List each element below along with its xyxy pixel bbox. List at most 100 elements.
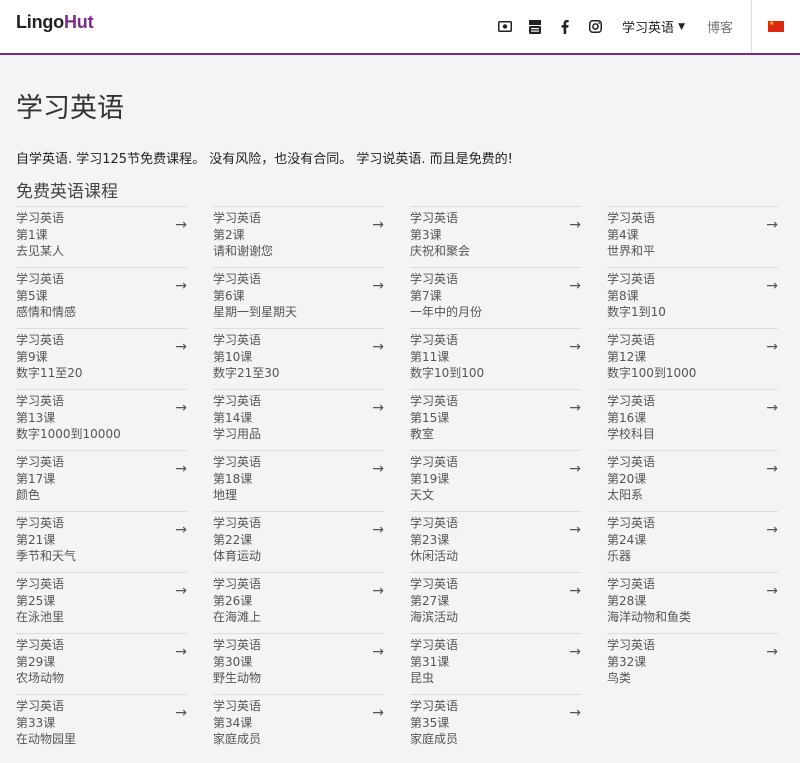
- lingohut-logo[interactable]: LingoHut: [16, 12, 94, 33]
- lesson-card[interactable]: 学习英语 第11课 数字10到100 →: [410, 328, 581, 389]
- lesson-card[interactable]: 学习英语 第27课 海滨活动 →: [410, 572, 581, 633]
- lesson-card[interactable]: 学习英语 第23课 休闲活动 →: [410, 511, 581, 572]
- arrow-right-icon: →: [372, 705, 384, 721]
- lesson-card[interactable]: 学习英语 第3课 庆祝和聚会 →: [410, 206, 581, 267]
- lesson-card[interactable]: 学习英语 第6课 星期一到星期天 →: [213, 267, 384, 328]
- lesson-number: 第31课: [410, 654, 450, 669]
- lesson-text: 学习英语 第12课 数字100到1000: [607, 332, 696, 382]
- lesson-card[interactable]: 学习英语 第25课 在泳池里 →: [16, 572, 187, 633]
- lesson-card[interactable]: 学习英语 第19课 天文 →: [410, 450, 581, 511]
- lesson-course-label: 学习英语: [16, 455, 65, 469]
- lesson-card[interactable]: 学习英语 第9课 数字11至20 →: [16, 328, 187, 389]
- lesson-card[interactable]: 学习英语 第28课 海洋动物和鱼类 →: [607, 572, 778, 633]
- lesson-card[interactable]: 学习英语 第18课 地理 →: [213, 450, 384, 511]
- lesson-topic: 天文: [410, 488, 435, 502]
- lesson-topic: 庆祝和聚会: [410, 244, 471, 258]
- lesson-card[interactable]: 学习英语 第4课 世界和平 →: [607, 206, 778, 267]
- lesson-course-label: 学习英语: [410, 577, 459, 591]
- lesson-course-label: 学习英语: [410, 516, 459, 530]
- arrow-right-icon: →: [372, 461, 384, 477]
- arrow-right-icon: →: [569, 400, 581, 416]
- lesson-topic: 野生动物: [213, 671, 262, 685]
- lesson-text: 学习英语 第29课 农场动物: [16, 637, 64, 687]
- language-flag-selector[interactable]: ★: [752, 0, 800, 53]
- lesson-course-label: 学习英语: [410, 638, 459, 652]
- lesson-number: 第34课: [213, 715, 253, 730]
- lesson-card[interactable]: 学习英语 第12课 数字100到1000 →: [607, 328, 778, 389]
- lesson-number: 第6课: [213, 288, 245, 303]
- lesson-text: 学习英语 第16课 学校科目: [607, 393, 655, 443]
- lesson-text: 学习英语 第21课 季节和天气: [16, 515, 76, 565]
- lesson-card[interactable]: 学习英语 第10课 数字21至30 →: [213, 328, 384, 389]
- arrow-right-icon: →: [766, 278, 778, 294]
- lesson-card[interactable]: 学习英语 第24课 乐器 →: [607, 511, 778, 572]
- lesson-text: 学习英语 第8课 数字1到10: [607, 271, 666, 321]
- lesson-card[interactable]: 学习英语 第14课 学习用品 →: [213, 389, 384, 450]
- lesson-card[interactable]: 学习英语 第22课 体育运动 →: [213, 511, 384, 572]
- lesson-card[interactable]: 学习英语 第17课 颜色 →: [16, 450, 187, 511]
- lesson-card[interactable]: 学习英语 第35课 家庭成员 →: [410, 694, 581, 755]
- lesson-number: 第1课: [16, 227, 48, 242]
- logo-text-hut: Hut: [63, 12, 94, 32]
- lesson-course-label: 学习英语: [410, 699, 459, 713]
- lesson-card[interactable]: 学习英语 第20课 太阳系 →: [607, 450, 778, 511]
- arrow-right-icon: →: [766, 339, 778, 355]
- section-title: 免费英语课程: [16, 182, 118, 202]
- lesson-number: 第13课: [16, 410, 56, 425]
- lesson-grid: 学习英语 第1课 去见某人 → 学习英语 第2课 请和谢谢您 → 学习英语 第3课 庆祝和聚会 → 学习…: [16, 206, 778, 755]
- lesson-card[interactable]: 学习英语 第15课 教室 →: [410, 389, 581, 450]
- lesson-card[interactable]: 学习英语 第1课 去见某人 →: [16, 206, 187, 267]
- lesson-card[interactable]: 学习英语 第7课 一年中的月份 →: [410, 267, 581, 328]
- lesson-course-label: 学习英语: [410, 455, 459, 469]
- lesson-topic: 星期一到星期天: [213, 305, 298, 319]
- lesson-text: 学习英语 第4课 世界和平: [607, 210, 655, 260]
- lesson-text: 学习英语 第14课 学习用品: [213, 393, 261, 443]
- arrow-right-icon: →: [175, 583, 187, 599]
- lesson-card[interactable]: 学习英语 第29课 农场动物 →: [16, 633, 187, 694]
- lesson-card[interactable]: 学习英语 第26课 在海滩上 →: [213, 572, 384, 633]
- lesson-card[interactable]: 学习英语 第32课 鸟类 →: [607, 633, 778, 694]
- lesson-card[interactable]: 学习英语 第16课 学校科目 →: [607, 389, 778, 450]
- lesson-course-label: 学习英语: [16, 272, 65, 286]
- lesson-number: 第24课: [607, 532, 647, 547]
- lesson-text: 学习英语 第11课 数字10到100: [410, 332, 484, 382]
- lesson-text: 学习英语 第3课 庆祝和聚会: [410, 210, 470, 260]
- arrow-right-icon: →: [766, 217, 778, 233]
- money-icon[interactable]: [498, 20, 513, 34]
- caret-down-icon: ▼: [678, 21, 685, 32]
- arrow-right-icon: →: [569, 339, 581, 355]
- lesson-card[interactable]: 学习英语 第33课 在动物园里 →: [16, 694, 187, 755]
- lesson-topic: 家庭成员: [213, 732, 262, 746]
- youtube-icon[interactable]: [528, 19, 542, 34]
- lesson-text: 学习英语 第13课 数字1000到10000: [16, 393, 121, 443]
- lesson-course-label: 学习英语: [607, 272, 656, 286]
- lesson-number: 第12课: [607, 349, 647, 364]
- lesson-card[interactable]: 学习英语 第30课 野生动物 →: [213, 633, 384, 694]
- lesson-topic: 数字1到10: [607, 305, 666, 319]
- lesson-course-label: 学习英语: [213, 699, 262, 713]
- lesson-number: 第19课: [410, 471, 450, 486]
- lesson-card[interactable]: 学习英语 第21课 季节和天气 →: [16, 511, 187, 572]
- lesson-course-label: 学习英语: [410, 272, 459, 286]
- learn-english-menu-label: 学习英语: [622, 21, 675, 36]
- lesson-card[interactable]: 学习英语第34课家庭成员 →: [213, 694, 384, 755]
- lesson-text: 学习英语 第31课 昆虫: [410, 637, 458, 687]
- lesson-card[interactable]: 学习英语 第5课 感情和情感 →: [16, 267, 187, 328]
- lesson-card[interactable]: 学习英语 第31课 昆虫 →: [410, 633, 581, 694]
- lesson-number: 第32课: [607, 654, 647, 669]
- lesson-card[interactable]: 学习英语 第13课 数字1000到10000 →: [16, 389, 187, 450]
- blog-link[interactable]: 博客: [707, 0, 752, 53]
- arrow-right-icon: →: [372, 339, 384, 355]
- lesson-topic: 感情和情感: [16, 305, 77, 319]
- lesson-course-label: 学习英语: [607, 455, 656, 469]
- lesson-topic: 学校科目: [607, 427, 656, 441]
- lesson-number: 第26课: [213, 593, 253, 608]
- lesson-text: 学习英语 第25课 在泳池里: [16, 576, 64, 626]
- arrow-right-icon: →: [175, 522, 187, 538]
- facebook-icon[interactable]: [558, 19, 572, 34]
- arrow-right-icon: →: [766, 400, 778, 416]
- learn-english-menu[interactable]: 学习英语 ▼: [622, 17, 685, 36]
- instagram-icon[interactable]: [588, 20, 602, 34]
- lesson-card[interactable]: 学习英语 第8课 数字1到10 →: [607, 267, 778, 328]
- lesson-card[interactable]: 学习英语 第2课 请和谢谢您 →: [213, 206, 384, 267]
